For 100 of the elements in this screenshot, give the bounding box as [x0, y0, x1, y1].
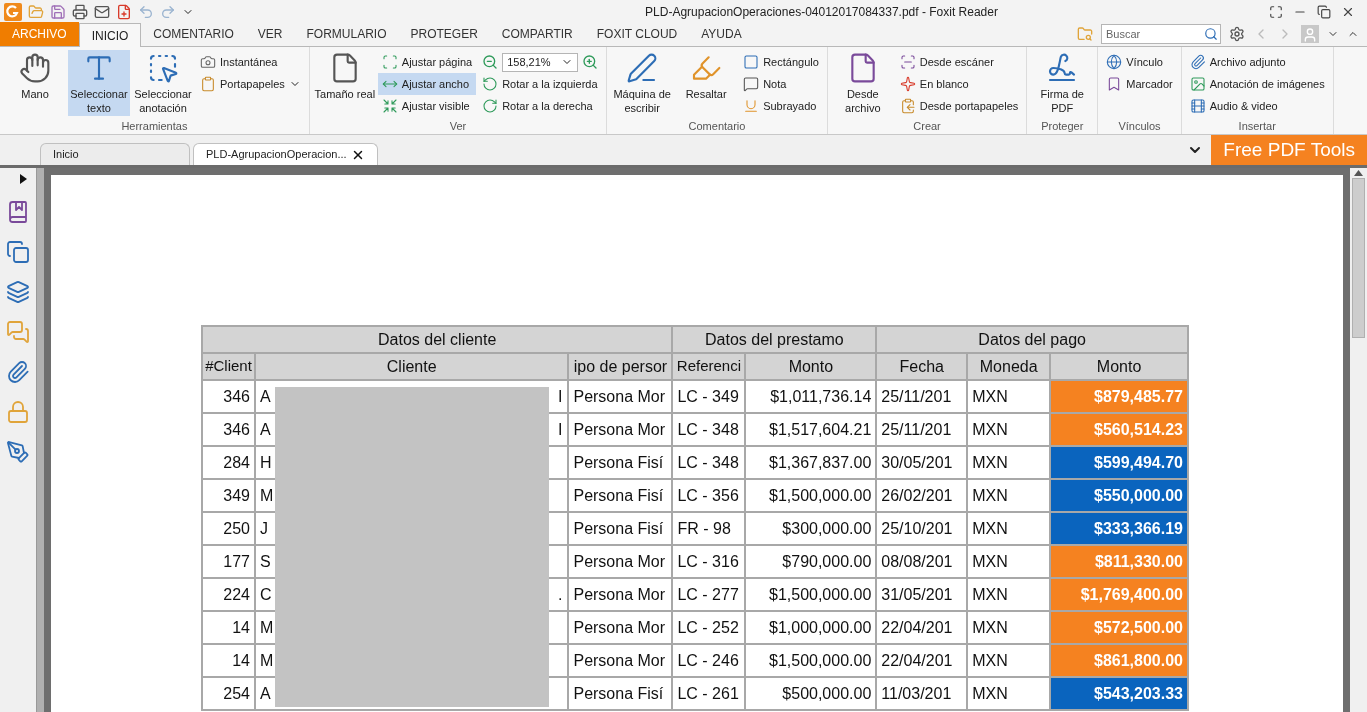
- signature-pen-icon[interactable]: [6, 440, 30, 464]
- ribbon-tab[interactable]: COMPARTIR: [489, 22, 585, 46]
- ribbon-button[interactable]: Rotar a la derecha: [478, 95, 603, 117]
- ribbon-button[interactable]: Rectángulo: [739, 51, 823, 73]
- ribbon-button[interactable]: Archivo adjunto: [1185, 51, 1329, 73]
- scroll-up-arrow-icon[interactable]: [1354, 170, 1363, 176]
- zoom-out-icon[interactable]: [482, 54, 499, 70]
- paperclip-icon[interactable]: [6, 360, 30, 384]
- printer-icon[interactable]: [72, 3, 88, 20]
- ribbon-button[interactable]: Resaltar: [675, 50, 738, 116]
- table-cell: Persona Fisí: [568, 446, 673, 479]
- comments-icon[interactable]: [6, 320, 30, 344]
- ribbon-button[interactable]: Tamaño real: [313, 50, 376, 116]
- payment-cell: $543,203.33: [1050, 677, 1188, 710]
- ribbon-tab[interactable]: PROTEGER: [398, 22, 490, 46]
- ribbon-button[interactable]: Audio & video: [1185, 95, 1329, 117]
- shrink-icon: [381, 98, 398, 114]
- image-icon: [1189, 76, 1206, 92]
- document-tab[interactable]: PLD-AgrupacionOperacion...: [193, 143, 378, 165]
- ribbon-button[interactable]: Rotar a la izquierda: [478, 73, 603, 95]
- table-cell: Persona Mor: [568, 644, 673, 677]
- payment-cell: $1,769,400.00: [1050, 578, 1188, 611]
- open-folder-icon[interactable]: [28, 3, 44, 20]
- table-cell: 254: [202, 677, 255, 710]
- client-name-start: H: [259, 452, 272, 473]
- ribbon-tab[interactable]: FORMULARIO: [294, 22, 399, 46]
- ribbon-button[interactable]: Máquina de escribir: [611, 50, 674, 116]
- ribbon-button[interactable]: Seleccionar anotación: [132, 50, 194, 116]
- folder-search-icon[interactable]: [1077, 26, 1093, 42]
- client-name-start: M: [259, 485, 274, 506]
- table-cell: 349: [202, 479, 255, 512]
- table-cell: LC - 348: [672, 446, 746, 479]
- table-cell: Persona Mor: [568, 545, 673, 578]
- ribbon-button[interactable]: Desde portapapeles: [895, 95, 1023, 117]
- document-tab[interactable]: Inicio: [40, 143, 190, 165]
- hand-icon: [19, 52, 51, 84]
- table-cell: 31/05/201: [876, 578, 968, 611]
- clipboard-icon: [899, 98, 916, 114]
- group-label: Ver: [448, 119, 468, 134]
- ribbon-button[interactable]: Ajustar página: [377, 51, 477, 73]
- ribbon-button[interactable]: Nota: [739, 73, 823, 95]
- column-header: Cliente: [254, 353, 569, 380]
- zoom-in-icon[interactable]: [582, 54, 599, 70]
- table-cell: $300,000.00: [745, 512, 877, 545]
- ribbon-button[interactable]: Seleccionar texto: [68, 50, 130, 116]
- zoom-field[interactable]: 158,21%: [502, 52, 579, 72]
- payment-cell: $861,800.00: [1050, 644, 1188, 677]
- redo-icon[interactable]: [160, 3, 176, 20]
- ribbon-button[interactable]: Mano: [4, 50, 66, 116]
- settings-icon[interactable]: [1229, 26, 1245, 42]
- save-icon[interactable]: [50, 3, 66, 20]
- ribbon-button[interactable]: Firma de PDF: [1031, 50, 1094, 116]
- scrollbar-thumb[interactable]: [1352, 178, 1365, 338]
- payment-cell: $333,366.19: [1050, 512, 1188, 545]
- lock-icon[interactable]: [6, 400, 30, 424]
- ribbon-button[interactable]: Desde escáner: [895, 51, 1023, 73]
- client-name-start: J: [259, 518, 268, 539]
- app-logo-icon[interactable]: [4, 2, 22, 21]
- ribbon-tab[interactable]: COMENTARIO: [141, 22, 246, 46]
- ribbon-button[interactable]: Ajustar visible: [377, 95, 477, 117]
- table-cell: 224: [202, 578, 255, 611]
- ribbon-button[interactable]: Portapapeles: [196, 73, 305, 95]
- ribbon-tab[interactable]: VER: [245, 22, 295, 46]
- ribbon-button[interactable]: Marcador: [1102, 73, 1177, 95]
- ribbon-button[interactable]: Instantánea: [196, 51, 305, 73]
- bookmark-icon[interactable]: [6, 200, 30, 224]
- envelope-icon[interactable]: [94, 3, 110, 20]
- table-cell: 25/11/201: [876, 380, 968, 413]
- payment-cell: $879,485.77: [1050, 380, 1188, 413]
- underline-icon: [743, 98, 760, 114]
- ribbon-tab[interactable]: INICIO: [78, 23, 142, 47]
- undo-icon[interactable]: [138, 3, 154, 20]
- ribbon-button[interactable]: Desde archivo: [831, 50, 894, 116]
- layers-icon[interactable]: [6, 280, 30, 304]
- ribbon-button[interactable]: En blanco: [895, 73, 1023, 95]
- expand-panel-icon[interactable]: [19, 174, 27, 184]
- ribbon-button[interactable]: Anotación de imágenes: [1185, 73, 1329, 95]
- table-cell: LC - 349: [672, 380, 746, 413]
- ribbon-tab[interactable]: FOXIT CLOUD: [584, 22, 690, 46]
- search-icon[interactable]: [1204, 27, 1218, 41]
- pages-icon[interactable]: [6, 240, 30, 264]
- restore-icon[interactable]: [1317, 4, 1331, 19]
- table-cell: Persona Mor: [568, 578, 673, 611]
- ribbon-tab[interactable]: AYUDA: [689, 22, 754, 46]
- table-cell: 22/04/201: [876, 644, 968, 677]
- fullscreen-icon[interactable]: [1269, 4, 1283, 19]
- ribbon-button[interactable]: Ajustar ancho: [377, 73, 477, 95]
- column-header: #Client: [202, 353, 255, 380]
- table-cell: $500,000.00: [745, 677, 877, 710]
- user-avatar[interactable]: [1301, 25, 1319, 43]
- ribbon-button[interactable]: Subrayado: [739, 95, 823, 117]
- rectangle-icon: [743, 54, 760, 70]
- client-name-start: M: [259, 617, 274, 638]
- spark-icon: [899, 76, 916, 92]
- new-document-icon[interactable]: [116, 3, 132, 20]
- table-cell: $1,367,837.00: [745, 446, 877, 479]
- table-cell: 11/03/201: [876, 677, 968, 710]
- ribbon-button[interactable]: Vínculo: [1102, 51, 1177, 73]
- search-field[interactable]: Buscar: [1101, 24, 1221, 44]
- table-cell: 346: [202, 413, 255, 446]
